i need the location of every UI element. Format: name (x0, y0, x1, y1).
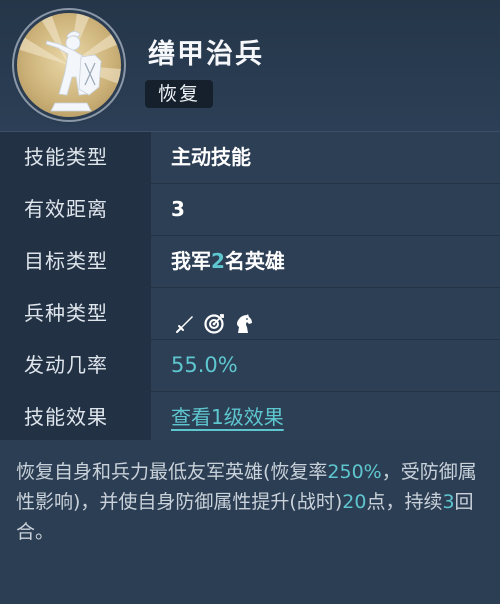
target-suffix: 名英雄 (224, 249, 285, 273)
skill-attributes: 技能类型 主动技能 有效距离 3 目标类型 我军2名英雄 兵种类型 发动几率 5… (0, 132, 500, 444)
range-label: 有效距离 (0, 184, 151, 235)
skill-card: 缮甲治兵 恢复 技能类型 主动技能 有效距离 3 目标类型 我军2名英雄 兵种类… (0, 0, 500, 604)
desc-part3: 点，持续 (366, 491, 443, 513)
desc-points: 20 (342, 491, 367, 513)
effect-value: 查看1级效果 (151, 392, 500, 443)
row-troop-type: 兵种类型 (0, 288, 500, 340)
trigger-rate-value: 55.0% (151, 340, 500, 391)
row-range: 有效距离 3 (0, 184, 500, 236)
trigger-rate-label: 发动几率 (0, 340, 151, 391)
troop-type-value (151, 288, 500, 339)
target-label: 目标类型 (0, 236, 151, 287)
trigger-rate-number: 55.0% (171, 353, 238, 377)
skill-type-label: 技能类型 (0, 132, 151, 183)
target-count: 2 (211, 249, 225, 273)
troop-type-label: 兵种类型 (0, 288, 151, 339)
skill-type-badge: 恢复 (145, 80, 213, 108)
bow-target-icon (203, 303, 225, 334)
sword-icon (174, 303, 196, 333)
skill-type-value: 主动技能 (151, 132, 500, 183)
horse-icon (232, 303, 254, 333)
soldier-statue-icon (17, 13, 121, 117)
row-effect: 技能效果 查看1级效果 (0, 392, 500, 444)
range-value: 3 (151, 184, 500, 235)
effect-label: 技能效果 (0, 392, 151, 443)
desc-rate: 250% (327, 461, 382, 483)
view-level1-effect-link[interactable]: 查看1级效果 (171, 405, 284, 429)
row-target: 目标类型 我军2名英雄 (0, 236, 500, 288)
desc-turns: 3 (442, 491, 455, 513)
target-value: 我军2名英雄 (151, 236, 500, 287)
row-trigger-rate: 发动几率 55.0% (0, 340, 500, 392)
skill-name: 缮甲治兵 (148, 39, 264, 70)
row-skill-type: 技能类型 主动技能 (0, 132, 500, 184)
desc-part1: 恢复自身和兵力最低友军英雄(恢复率 (16, 461, 328, 483)
target-prefix: 我军 (171, 249, 211, 273)
skill-description: 恢复自身和兵力最低友军英雄(恢复率250%，受防御属性影响)，并使自身防御属性提… (0, 440, 500, 604)
skill-header: 缮甲治兵 恢复 (0, 0, 500, 131)
